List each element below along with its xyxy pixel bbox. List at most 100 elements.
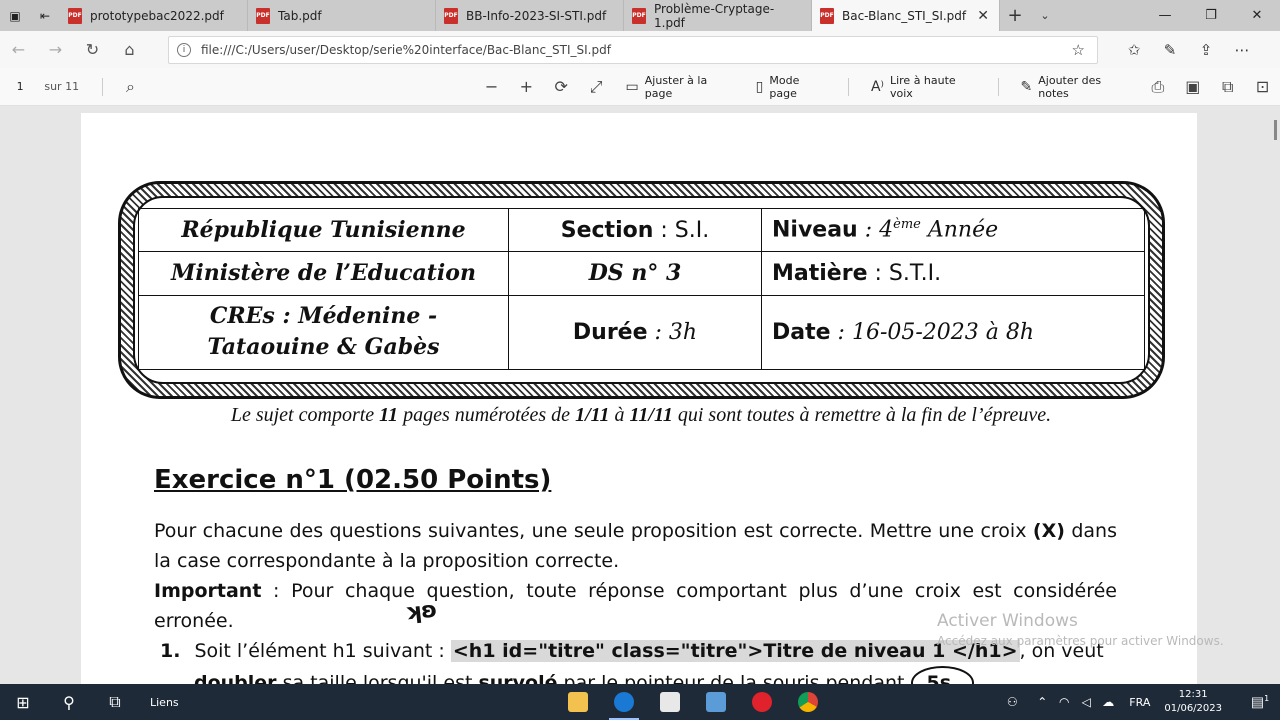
onedrive-icon[interactable]: ☁: [1097, 695, 1119, 709]
more-icon[interactable]: ⋯: [1224, 34, 1260, 66]
tab-probleme-cryptage[interactable]: PDF Problème-Cryptage-1.pdf: [624, 0, 812, 31]
tab-bar: ▣ ⇤ PDF prototypebac2022.pdf PDF Tab.pdf…: [0, 0, 1280, 31]
home-icon[interactable]: ⌂: [111, 34, 148, 66]
pdf-icon: PDF: [256, 7, 270, 24]
notification-center-icon[interactable]: ▤1: [1240, 694, 1280, 711]
level-value: : 4: [857, 217, 894, 243]
tab-label: Tab.pdf: [278, 8, 322, 23]
duration-cell: Durée : 3h: [508, 294, 762, 371]
page-mode-button[interactable]: ▯ Mode page: [744, 72, 838, 102]
rotate-icon[interactable]: ⟳: [544, 77, 579, 96]
note-text-b: pages numérotées de: [398, 404, 576, 426]
tab-label: BB-Info-2023-SI-STI.pdf: [466, 8, 607, 23]
pdf-icon: PDF: [632, 7, 646, 24]
close-window-icon[interactable]: ✕: [1234, 0, 1280, 31]
pen-icon[interactable]: ✎: [1152, 34, 1188, 66]
level-cell: Niveau : 4ème Année: [761, 207, 1145, 253]
file-explorer-icon[interactable]: [555, 684, 601, 720]
note-text-a: Le sujet comporte: [230, 404, 380, 426]
print-icon[interactable]: ⎙: [1141, 77, 1176, 97]
opera-icon[interactable]: [739, 684, 785, 720]
duration-label: Durée: [572, 319, 648, 345]
vertical-scrollbar[interactable]: [1274, 120, 1277, 140]
share-icon[interactable]: ⇪: [1188, 34, 1224, 66]
instructions-text-a: Pour chacune des questions suivantes, un…: [154, 520, 1033, 542]
close-tab-icon[interactable]: ✕: [977, 8, 989, 24]
windows-start-icon[interactable]: ⊞: [0, 684, 46, 720]
save-as-icon[interactable]: ⧉: [1210, 77, 1245, 97]
duration-value: : 3h: [647, 319, 698, 345]
chevron-down-icon[interactable]: ⌄: [1030, 0, 1060, 31]
tab-actions-icon[interactable]: ▣: [0, 0, 30, 31]
divider: [997, 77, 999, 96]
date-value: : 16-05-2023 à 8h: [830, 319, 1035, 345]
chrome-icon[interactable]: [785, 684, 831, 720]
network-icon[interactable]: ◠: [1053, 695, 1075, 709]
question-text-d: par le pointeur de la souris pendant: [557, 672, 911, 684]
tab-tab-pdf[interactable]: PDF Tab.pdf: [248, 0, 436, 31]
tab-label: prototypebac2022.pdf: [90, 8, 224, 23]
zoom-in-icon[interactable]: +: [509, 77, 544, 96]
people-icon[interactable]: ⚇: [1001, 695, 1023, 709]
read-aloud-button[interactable]: A⁾ Lire à haute voix: [859, 72, 988, 102]
back-icon[interactable]: ←: [0, 34, 37, 66]
exercise-title: Exercice n°1 (02.50 Points): [154, 465, 552, 495]
favorite-star-icon[interactable]: ☆: [1072, 41, 1085, 59]
forward-icon[interactable]: →: [37, 34, 74, 66]
favorites-icon[interactable]: ✩: [1116, 34, 1152, 66]
fit-page-icon: ▭: [625, 78, 639, 95]
chevron-up-icon[interactable]: ⌃: [1031, 695, 1053, 709]
notification-count: 1: [1264, 693, 1270, 703]
url-field[interactable]: i file:///C:/Users/user/Desktop/serie%20…: [168, 35, 1098, 64]
document-viewer[interactable]: République Tunisienne Section : S.I. Niv…: [0, 106, 1280, 684]
task-view-icon[interactable]: ⧉: [92, 684, 138, 720]
page-number-input[interactable]: 1: [4, 75, 36, 99]
set-aside-tabs-icon[interactable]: ⇤: [30, 0, 60, 31]
url-text: file:///C:/Users/user/Desktop/serie%20in…: [201, 42, 611, 57]
subject-cell: Matière : S.T.I.: [761, 251, 1145, 296]
fit-page-button[interactable]: ▭ Ajuster à la page: [614, 72, 744, 102]
read-aloud-icon: A⁾: [870, 78, 884, 95]
ministry-cell: Ministère de l’Education: [138, 251, 509, 296]
cres-line-2: Tataouine & Gabès: [207, 334, 440, 361]
new-tab-icon[interactable]: +: [1000, 0, 1030, 31]
read-aloud-label: Lire à haute voix: [889, 73, 956, 100]
refresh-icon[interactable]: ↻: [74, 34, 111, 66]
pdf-icon: PDF: [68, 7, 82, 24]
question-code: <h1 id="titre" class="titre">Titre de ni…: [450, 640, 1020, 662]
fullscreen-icon[interactable]: ⤢: [579, 77, 614, 97]
links-toolbar[interactable]: Liens: [150, 696, 179, 709]
instructions-paragraph: Pour chacune des questions suivantes, un…: [154, 516, 1117, 576]
edge-browser-icon[interactable]: [601, 684, 647, 720]
note-pages: 11: [379, 404, 399, 426]
header-border-frame: République Tunisienne Section : S.I. Niv…: [118, 181, 1165, 399]
pin-toolbar-icon[interactable]: ⊡: [1245, 77, 1280, 96]
page-mode-label: Mode page: [769, 73, 800, 100]
save-icon[interactable]: ▣: [1175, 77, 1210, 96]
info-icon[interactable]: i: [177, 42, 191, 57]
handwritten-scribble: ʞʚ: [403, 597, 439, 626]
language-indicator[interactable]: FRA: [1129, 696, 1150, 709]
zoom-out-icon[interactable]: −: [474, 77, 509, 96]
question-text-c: sa taille lorsqu'il est: [276, 672, 479, 684]
clock[interactable]: 12:31 01/06/2023: [1164, 688, 1222, 716]
tab-prototypebac2022[interactable]: PDF prototypebac2022.pdf: [60, 0, 248, 31]
store-icon[interactable]: [693, 684, 739, 720]
pdf-icon: PDF: [820, 7, 834, 24]
date-cell: Date : 16-05-2023 à 8h: [761, 294, 1145, 371]
instructions-x: (X): [1032, 520, 1065, 542]
minimize-icon[interactable]: —: [1142, 0, 1188, 31]
maximize-icon[interactable]: ❐: [1188, 0, 1234, 31]
mail-icon[interactable]: [647, 684, 693, 720]
republic-cell: République Tunisienne: [138, 207, 509, 253]
add-notes-button[interactable]: ✎ Ajouter des notes: [1009, 72, 1141, 102]
tab-label: Problème-Cryptage-1.pdf: [654, 1, 775, 30]
search-icon[interactable]: ⌕: [113, 77, 148, 97]
tab-bb-info[interactable]: PDF BB-Info-2023-SI-STI.pdf: [436, 0, 624, 31]
search-icon[interactable]: ⚲: [46, 684, 92, 720]
page-total: sur 11: [44, 80, 80, 93]
windows-taskbar: ⊞ ⚲ ⧉ Liens ⚇ ⌃ ◠ ◁ ☁ FRA 12:31 01/06/20…: [0, 684, 1280, 720]
tab-bac-blanc[interactable]: PDF Bac-Blanc_STI_SI.pdf ✕: [812, 0, 1000, 31]
watermark-line-1: Activer Windows: [937, 611, 1078, 631]
volume-icon[interactable]: ◁: [1075, 695, 1097, 709]
